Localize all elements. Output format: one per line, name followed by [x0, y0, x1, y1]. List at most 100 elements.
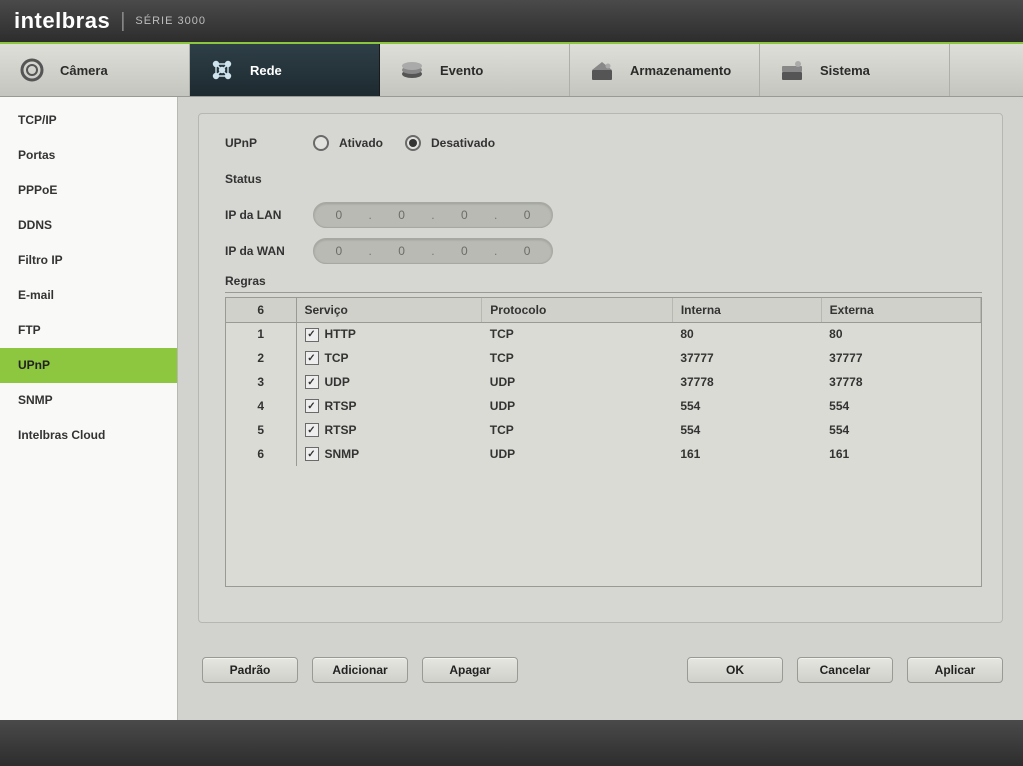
- col-internal: Interna: [672, 298, 821, 322]
- ip-wan-label: IP da WAN: [225, 244, 313, 258]
- table-row[interactable]: 4✓RTSPUDP554554: [226, 394, 981, 418]
- row-checkbox[interactable]: ✓: [305, 351, 319, 365]
- row-number: 1: [226, 322, 296, 346]
- main-navbar: Câmera Rede Evento Armazenam: [0, 44, 1023, 97]
- default-button[interactable]: Padrão: [202, 657, 298, 683]
- radio-ativado[interactable]: [313, 135, 329, 151]
- row-number: 5: [226, 418, 296, 442]
- sidebar-item-portas[interactable]: Portas: [0, 138, 177, 173]
- row-internal: 80: [672, 322, 821, 346]
- camera-icon: [18, 56, 46, 84]
- apply-button[interactable]: Aplicar: [907, 657, 1003, 683]
- row-number: 6: [226, 442, 296, 466]
- sidebar-item-filtro-ip[interactable]: Filtro IP: [0, 243, 177, 278]
- row-checkbox[interactable]: ✓: [305, 423, 319, 437]
- sidebar-item-ddns[interactable]: DDNS: [0, 208, 177, 243]
- rules-table-wrap: 6 Serviço Protocolo Interna Externa 1✓HT…: [225, 297, 982, 587]
- nav-network[interactable]: Rede: [190, 44, 380, 96]
- row-checkbox[interactable]: ✓: [305, 328, 319, 342]
- ip-wan-seg[interactable]: 0: [382, 244, 422, 258]
- row-service: ✓TCP: [296, 346, 482, 370]
- sidebar-item-e-mail[interactable]: E-mail: [0, 278, 177, 313]
- content-area: TCP/IPPortasPPPoEDDNSFiltro IPE-mailFTPU…: [0, 97, 1023, 720]
- upnp-panel: UPnP Ativado Desativado Status IP da LAN…: [198, 113, 1003, 623]
- row-protocol: TCP: [482, 346, 673, 370]
- event-icon: [398, 56, 426, 84]
- ip-lan-seg[interactable]: 0: [382, 208, 422, 222]
- row-protocol: UDP: [482, 394, 673, 418]
- ip-lan-seg[interactable]: 0: [319, 208, 359, 222]
- row-checkbox[interactable]: ✓: [305, 447, 319, 461]
- nav-system[interactable]: Sistema: [760, 44, 950, 96]
- ip-wan-seg[interactable]: 0: [319, 244, 359, 258]
- button-row: Padrão Adicionar Apagar OK Cancelar Apli…: [198, 657, 1003, 683]
- table-row[interactable]: 3✓UDPUDP3777837778: [226, 370, 981, 394]
- row-number: 2: [226, 346, 296, 370]
- ip-lan-input[interactable]: 0. 0. 0. 0: [313, 202, 553, 228]
- delete-button[interactable]: Apagar: [422, 657, 518, 683]
- row-internal: 161: [672, 442, 821, 466]
- ip-lan-seg[interactable]: 0: [507, 208, 547, 222]
- network-icon: [208, 56, 236, 84]
- ip-wan-input[interactable]: 0. 0. 0. 0: [313, 238, 553, 264]
- row-external: 37777: [821, 346, 980, 370]
- col-service: Serviço: [296, 298, 482, 322]
- nav-label: Evento: [440, 63, 483, 78]
- brand-logo: intelbras: [14, 8, 110, 34]
- row-number: 3: [226, 370, 296, 394]
- sidebar-item-ftp[interactable]: FTP: [0, 313, 177, 348]
- rules-table: 6 Serviço Protocolo Interna Externa 1✓HT…: [226, 298, 981, 466]
- col-count: 6: [226, 298, 296, 322]
- row-external: 80: [821, 322, 980, 346]
- nav-event[interactable]: Evento: [380, 44, 570, 96]
- table-row[interactable]: 1✓HTTPTCP8080: [226, 322, 981, 346]
- col-external: Externa: [821, 298, 980, 322]
- row-protocol: TCP: [482, 322, 673, 346]
- brand-separator: |: [120, 10, 125, 33]
- row-service: ✓SNMP: [296, 442, 482, 466]
- table-row[interactable]: 2✓TCPTCP3777737777: [226, 346, 981, 370]
- sidebar-item-intelbras-cloud[interactable]: Intelbras Cloud: [0, 418, 177, 453]
- row-internal: 554: [672, 394, 821, 418]
- row-service: ✓HTTP: [296, 322, 482, 346]
- main-panel: UPnP Ativado Desativado Status IP da LAN…: [178, 97, 1023, 720]
- ip-wan-seg[interactable]: 0: [444, 244, 484, 258]
- cancel-button[interactable]: Cancelar: [797, 657, 893, 683]
- storage-icon: [588, 56, 616, 84]
- ok-button[interactable]: OK: [687, 657, 783, 683]
- row-external: 554: [821, 394, 980, 418]
- row-checkbox[interactable]: ✓: [305, 375, 319, 389]
- table-row[interactable]: 5✓RTSPTCP554554: [226, 418, 981, 442]
- topbar: intelbras | SÉRIE 3000: [0, 0, 1023, 44]
- row-checkbox[interactable]: ✓: [305, 399, 319, 413]
- sidebar-item-tcp-ip[interactable]: TCP/IP: [0, 103, 177, 138]
- nav-camera[interactable]: Câmera: [0, 44, 190, 96]
- upnp-title: UPnP: [225, 136, 313, 150]
- table-row[interactable]: 6✓SNMPUDP161161: [226, 442, 981, 466]
- sidebar: TCP/IPPortasPPPoEDDNSFiltro IPE-mailFTPU…: [0, 97, 178, 720]
- ip-lan-label: IP da LAN: [225, 208, 313, 222]
- radio-desativado-label: Desativado: [431, 136, 495, 150]
- nav-label: Armazenamento: [630, 63, 731, 78]
- nav-storage[interactable]: Armazenamento: [570, 44, 760, 96]
- row-number: 4: [226, 394, 296, 418]
- row-protocol: UDP: [482, 442, 673, 466]
- row-service: ✓UDP: [296, 370, 482, 394]
- system-icon: [778, 56, 806, 84]
- row-service: ✓RTSP: [296, 418, 482, 442]
- row-protocol: UDP: [482, 370, 673, 394]
- status-label: Status: [225, 172, 313, 186]
- add-button[interactable]: Adicionar: [312, 657, 408, 683]
- row-service: ✓RTSP: [296, 394, 482, 418]
- row-internal: 37777: [672, 346, 821, 370]
- row-external: 161: [821, 442, 980, 466]
- radio-desativado[interactable]: [405, 135, 421, 151]
- col-protocol: Protocolo: [482, 298, 673, 322]
- ip-lan-seg[interactable]: 0: [444, 208, 484, 222]
- nav-label: Câmera: [60, 63, 108, 78]
- sidebar-item-snmp[interactable]: SNMP: [0, 383, 177, 418]
- rules-label: Regras: [225, 274, 982, 293]
- sidebar-item-upnp[interactable]: UPnP: [0, 348, 177, 383]
- sidebar-item-pppoe[interactable]: PPPoE: [0, 173, 177, 208]
- ip-wan-seg[interactable]: 0: [507, 244, 547, 258]
